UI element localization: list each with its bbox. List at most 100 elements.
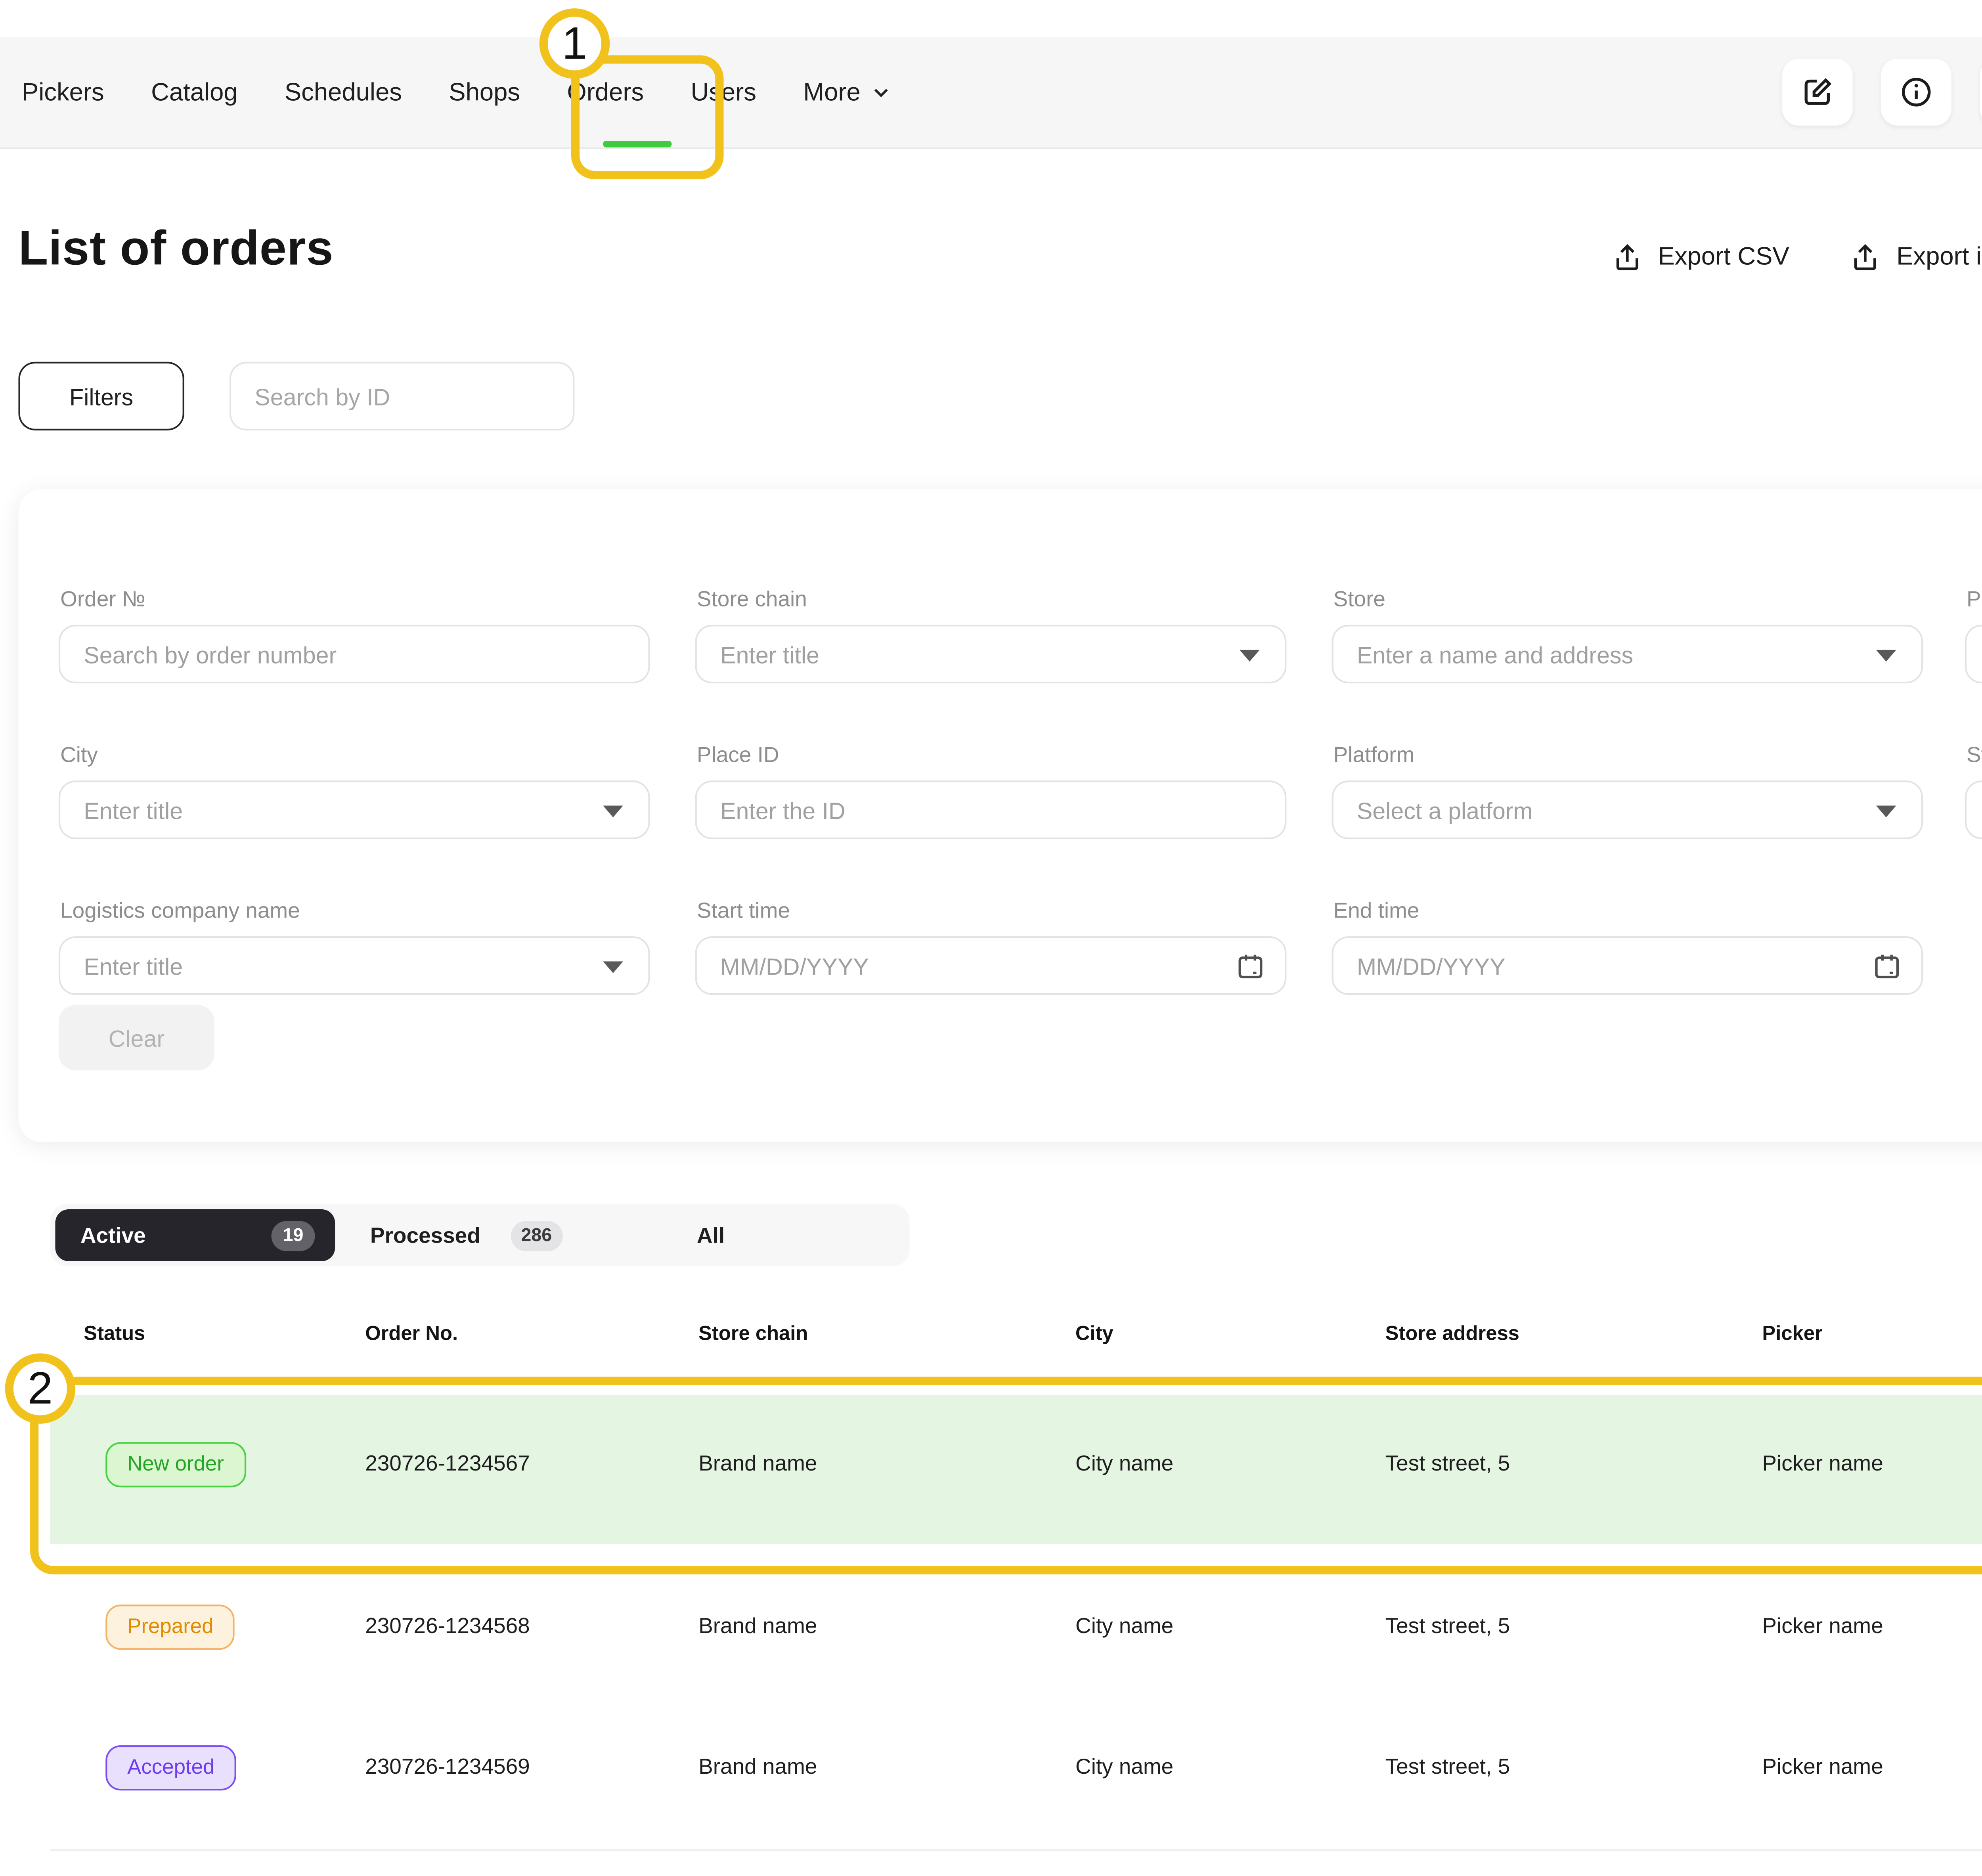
dropdown-arrow-icon	[1240, 649, 1260, 661]
language-selector[interactable]: EN	[1980, 59, 1982, 126]
nav-item-shops[interactable]: Shops	[449, 78, 520, 106]
filter-order-number: Order №	[59, 625, 650, 683]
picker-select[interactable]: Search by name, ID, or phone number	[1965, 625, 1982, 683]
status-badge-label: Prepared	[105, 1604, 235, 1649]
annotation-step-1: 1	[540, 8, 610, 78]
filter-label: Store	[1333, 586, 1385, 611]
calendar-icon[interactable]	[1871, 950, 1903, 981]
order-number-field[interactable]	[84, 641, 625, 667]
picker-cell: Picker name	[1762, 1754, 1883, 1778]
filter-start-time: Start time MM/DD/YYYY	[695, 936, 1287, 995]
app-root: Pickers Catalog Schedules Shops Orders U…	[0, 0, 1982, 1876]
date-placeholder: MM/DD/YYYY	[1357, 952, 1506, 979]
filter-platform: Platform Select a platform	[1332, 780, 1923, 839]
nav-item-pickers[interactable]: Pickers	[22, 78, 104, 106]
store-select[interactable]: Enter a name and address	[1332, 625, 1923, 683]
filter-picker: Picker Search by name, ID, or phone numb…	[1965, 625, 1982, 683]
annotation-box-2	[30, 1377, 1982, 1575]
export-item-information-button[interactable]: Export item information	[1850, 241, 1982, 273]
start-time-date-input[interactable]: MM/DD/YYYY	[695, 936, 1287, 995]
city-cell: City name	[1075, 1754, 1173, 1778]
tab-active-label: Active	[80, 1223, 146, 1248]
store-address-cell: Test street, 5	[1385, 1754, 1510, 1778]
tab-processed-count-badge: 286	[511, 1220, 562, 1250]
filters-button[interactable]: Filters	[18, 362, 184, 430]
info-icon	[1898, 74, 1935, 111]
select-placeholder: Enter title	[84, 796, 183, 823]
tab-active[interactable]: Active 19	[55, 1209, 335, 1261]
select-placeholder: Enter a name and address	[1357, 641, 1633, 667]
order-no-cell: 230726-1234569	[365, 1754, 530, 1778]
filter-label: Status	[1967, 742, 1982, 767]
calendar-icon[interactable]	[1234, 950, 1266, 981]
dropdown-arrow-icon	[603, 805, 623, 817]
date-placeholder: MM/DD/YYYY	[720, 952, 869, 979]
tab-processed[interactable]: Processed 286	[370, 1204, 562, 1266]
nav-item-catalog[interactable]: Catalog	[151, 78, 237, 106]
filter-label: End time	[1333, 898, 1420, 923]
orders-tabs: Active 19 Processed 286 All	[50, 1204, 910, 1266]
top-nav-actions: EN My account	[1782, 59, 1982, 126]
filter-label: Place ID	[697, 742, 779, 767]
status-select[interactable]: Select status	[1965, 780, 1982, 839]
order-row[interactable]: Accepted 230726-1234569 Brand name City …	[50, 1712, 1982, 1851]
compose-button[interactable]	[1782, 59, 1852, 126]
platform-select[interactable]: Select a platform	[1332, 780, 1923, 839]
filter-store: Store Enter a name and address	[1332, 625, 1923, 683]
dropdown-arrow-icon	[1876, 649, 1896, 661]
column-header-picker: Picker	[1762, 1321, 1822, 1345]
orders-table: Status Order No. Store chain City Store …	[0, 1306, 1982, 1876]
column-header-status: Status	[84, 1321, 145, 1345]
tab-all-label: All	[697, 1223, 725, 1248]
chevron-down-icon	[869, 80, 892, 104]
order-number-input[interactable]	[59, 625, 650, 683]
store-address-cell: Test street, 5	[1385, 1613, 1510, 1638]
filter-label: Start time	[697, 898, 790, 923]
nav-item-schedules[interactable]: Schedules	[285, 78, 402, 106]
export-item-information-label: Export item information	[1896, 243, 1982, 272]
nav-item-more[interactable]: More	[803, 78, 892, 106]
store-chain-select[interactable]: Enter title	[695, 625, 1287, 683]
select-placeholder: Enter title	[720, 641, 819, 667]
tab-processed-label: Processed	[370, 1223, 480, 1248]
end-time-date-input[interactable]: MM/DD/YYYY	[1332, 936, 1923, 995]
filter-label: Order №	[60, 586, 145, 611]
tab-active-count-badge: 19	[272, 1220, 315, 1250]
place-id-input[interactable]	[695, 780, 1287, 839]
store-chain-cell: Brand name	[698, 1613, 817, 1638]
status-badge-label: Accepted	[105, 1745, 236, 1790]
column-header-store-chain: Store chain	[698, 1321, 808, 1345]
order-no-cell: 230726-1234568	[365, 1613, 530, 1638]
tab-all[interactable]: All	[697, 1204, 725, 1266]
dropdown-arrow-icon	[603, 960, 623, 972]
annotation-step-2: 2	[5, 1353, 75, 1423]
order-row[interactable]: Prepared 230726-1234568 Brand name City …	[50, 1558, 1982, 1713]
filter-store-chain: Store chain Enter title	[695, 625, 1287, 683]
column-header-city: City	[1075, 1321, 1113, 1345]
column-header-store-address: Store address	[1385, 1321, 1519, 1345]
picker-cell: Picker name	[1762, 1613, 1883, 1638]
city-cell: City name	[1075, 1613, 1173, 1638]
logistics-company-select[interactable]: Enter title	[59, 936, 650, 995]
export-csv-label: Export CSV	[1658, 243, 1789, 272]
export-csv-button[interactable]: Export CSV	[1611, 241, 1789, 273]
page-title: List of orders	[18, 223, 333, 278]
status-badge: Prepared	[105, 1604, 235, 1649]
city-select[interactable]: Enter title	[59, 780, 650, 839]
filters-panel: Order № Store chain Enter title Store En…	[18, 489, 1982, 1142]
main-nav: Pickers Catalog Schedules Shops Orders U…	[22, 37, 892, 147]
search-by-id-input[interactable]	[230, 362, 574, 430]
filter-end-time: End time MM/DD/YYYY	[1332, 936, 1923, 995]
annotation-box-1	[571, 55, 724, 179]
column-header-order-no: Order No.	[365, 1321, 458, 1345]
dropdown-arrow-icon	[1876, 805, 1896, 817]
edit-icon	[1799, 74, 1836, 111]
place-id-field[interactable]	[720, 796, 1261, 823]
nav-more-label: More	[803, 78, 860, 106]
clear-filters-button[interactable]: Clear	[59, 1005, 214, 1070]
filter-logistics-company: Logistics company name Enter title	[59, 936, 650, 995]
filter-city: City Enter title	[59, 780, 650, 839]
info-button[interactable]	[1881, 59, 1951, 126]
store-chain-cell: Brand name	[698, 1754, 817, 1778]
filter-label: City	[60, 742, 98, 767]
